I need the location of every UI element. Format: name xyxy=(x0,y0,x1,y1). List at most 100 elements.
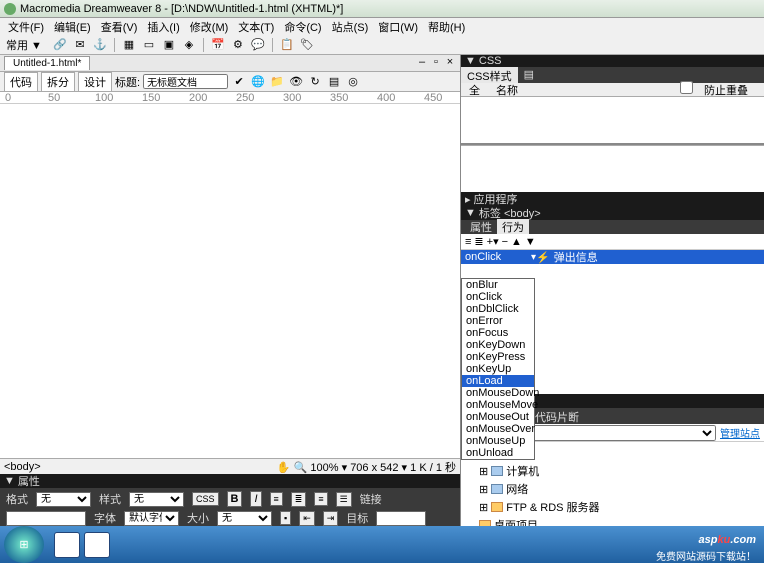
minimize-icon[interactable]: – xyxy=(416,57,428,69)
table-icon[interactable]: ▦ xyxy=(121,37,137,53)
size-select[interactable]: 无 xyxy=(217,511,272,526)
tree-node[interactable]: 网络 xyxy=(506,481,528,497)
div-icon[interactable]: ▭ xyxy=(141,37,157,53)
collapse-icon[interactable]: ▼ xyxy=(465,207,476,219)
show-all-events-icon[interactable]: ≣ xyxy=(474,235,483,248)
date-icon[interactable]: 📅 xyxy=(210,37,226,53)
toolbar-category[interactable]: 常用 ▼ xyxy=(6,37,42,53)
collapse-icon[interactable]: ▸ xyxy=(465,193,471,206)
window-size[interactable]: 706 x 542 ▾ 1 K / 1 秒 xyxy=(350,462,456,474)
outdent-icon[interactable]: ⇤ xyxy=(299,511,315,526)
split-view-button[interactable]: 拆分 xyxy=(41,72,75,92)
align-center-icon[interactable]: ≣ xyxy=(291,492,307,507)
preview-icon[interactable]: 👁 xyxy=(288,74,304,90)
design-canvas[interactable] xyxy=(0,104,460,458)
visual-aids-icon[interactable]: ◎ xyxy=(345,74,361,90)
bold-button[interactable]: B xyxy=(227,491,243,507)
expand-icon[interactable]: ⊞ xyxy=(479,483,488,496)
link-input[interactable] xyxy=(6,511,86,526)
document-tab[interactable]: Untitled-1.html* xyxy=(4,56,90,70)
refresh-icon[interactable]: ↻ xyxy=(307,74,323,90)
comment-icon[interactable]: 💬 xyxy=(250,37,266,53)
color-picker[interactable]: ▪ xyxy=(280,511,291,525)
tag-selector[interactable]: <body> xyxy=(4,461,41,473)
email-icon[interactable]: ✉ xyxy=(72,37,88,53)
validate-icon[interactable]: ✔ xyxy=(231,74,247,90)
design-view-button[interactable]: 设计 xyxy=(78,72,112,92)
code-view-button[interactable]: 代码 xyxy=(4,72,38,92)
event-option[interactable]: onKeyUp xyxy=(462,363,534,375)
behaviors-tab[interactable]: 行为 xyxy=(497,219,529,235)
expand-icon[interactable]: ⊞ xyxy=(479,501,488,514)
tree-node[interactable]: 计算机 xyxy=(506,463,539,479)
title-input[interactable] xyxy=(143,74,228,89)
attributes-tab[interactable]: 属性 xyxy=(465,219,497,235)
prevent-overlap-checkbox[interactable] xyxy=(680,81,693,94)
event-option[interactable]: onKeyDown xyxy=(462,339,534,351)
italic-button[interactable]: I xyxy=(250,491,261,507)
tag-icon[interactable]: 🏷 xyxy=(299,37,315,53)
event-name-cell[interactable]: onClick xyxy=(461,251,531,263)
zoom-level[interactable]: 100% xyxy=(310,462,338,474)
align-left-icon[interactable]: ≡ xyxy=(270,492,283,506)
action-name-cell[interactable]: 弹出信息 xyxy=(550,249,602,265)
media-icon[interactable]: ◈ xyxy=(181,37,197,53)
templates-icon[interactable]: 📋 xyxy=(279,37,295,53)
event-option[interactable]: onError xyxy=(462,315,534,327)
view-options-icon[interactable]: ▤ xyxy=(326,74,342,90)
target-input[interactable] xyxy=(376,511,426,526)
menu-commands[interactable]: 命令(C) xyxy=(280,19,325,35)
align-right-icon[interactable]: ≡ xyxy=(314,492,327,506)
add-behavior-icon[interactable]: +▾ xyxy=(487,235,499,248)
server-icon[interactable]: ⚙ xyxy=(230,37,246,53)
anchor-icon[interactable]: ⚓ xyxy=(92,37,108,53)
format-select[interactable]: 无 xyxy=(36,492,91,507)
collapse-icon[interactable]: ▼ xyxy=(465,55,476,67)
menu-file[interactable]: 文件(F) xyxy=(4,19,48,35)
event-option[interactable]: onLoad xyxy=(462,375,534,387)
menu-insert[interactable]: 插入(I) xyxy=(143,19,183,35)
event-option[interactable]: onUnload xyxy=(462,447,534,459)
css-col-all[interactable]: 全 xyxy=(461,82,488,98)
event-option[interactable]: onMouseDown xyxy=(462,387,534,399)
manage-sites-link[interactable]: 管理站点 xyxy=(720,425,760,440)
move-up-icon[interactable]: ▲ xyxy=(511,236,522,248)
menu-site[interactable]: 站点(S) xyxy=(328,19,373,35)
event-option[interactable]: onBlur xyxy=(462,279,534,291)
menu-help[interactable]: 帮助(H) xyxy=(424,19,469,35)
css-col-name[interactable]: 名称 xyxy=(488,82,526,98)
hyperlink-icon[interactable]: 🔗 xyxy=(52,37,68,53)
collapse-icon[interactable]: ▼ xyxy=(4,475,15,487)
close-icon[interactable]: × xyxy=(444,57,456,69)
event-option[interactable]: onMouseMove xyxy=(462,399,534,411)
font-select[interactable]: 默认字体 xyxy=(124,511,179,526)
css-button[interactable]: CSS xyxy=(192,492,219,506)
event-option[interactable]: onFocus xyxy=(462,327,534,339)
show-set-events-icon[interactable]: ≡ xyxy=(465,236,471,248)
event-option[interactable]: onKeyPress xyxy=(462,351,534,363)
style-select[interactable]: 无 xyxy=(129,492,184,507)
file-mgmt-icon[interactable]: 📁 xyxy=(269,74,285,90)
event-option[interactable]: onClick xyxy=(462,291,534,303)
align-justify-icon[interactable]: ☰ xyxy=(336,492,352,507)
menu-modify[interactable]: 修改(M) xyxy=(186,19,233,35)
event-dropdown[interactable]: onBlur onClick onDblClick onError onFocu… xyxy=(461,278,535,460)
menu-text[interactable]: 文本(T) xyxy=(234,19,278,35)
hand-tool-icon[interactable]: ✋ xyxy=(277,462,291,474)
maximize-icon[interactable]: ▫ xyxy=(430,57,442,69)
image-icon[interactable]: ▣ xyxy=(161,37,177,53)
start-button[interactable]: ⊞ xyxy=(4,526,44,563)
event-option[interactable]: onDblClick xyxy=(462,303,534,315)
tree-node[interactable]: FTP & RDS 服务器 xyxy=(506,499,599,515)
explorer-task-icon[interactable] xyxy=(54,532,80,558)
event-option[interactable]: onMouseUp xyxy=(462,435,534,447)
event-option[interactable]: onMouseOut xyxy=(462,411,534,423)
move-down-icon[interactable]: ▼ xyxy=(525,236,536,248)
menu-view[interactable]: 查看(V) xyxy=(97,19,142,35)
indent-icon[interactable]: ⇥ xyxy=(323,511,339,526)
browser-check-icon[interactable]: 🌐 xyxy=(250,74,266,90)
menu-edit[interactable]: 编辑(E) xyxy=(50,19,95,35)
menu-window[interactable]: 窗口(W) xyxy=(374,19,422,35)
expand-icon[interactable]: ⊞ xyxy=(479,465,488,478)
dreamweaver-task-icon[interactable] xyxy=(84,532,110,558)
